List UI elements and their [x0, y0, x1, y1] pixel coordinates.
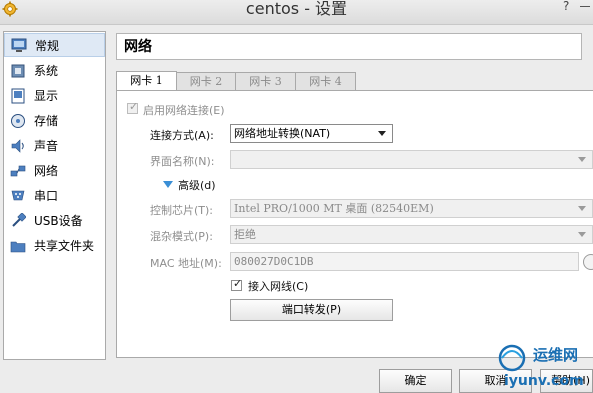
port-forwarding-button[interactable]: 端口转发(P) [230, 299, 393, 321]
mac-address-label: MAC 地址(M): [150, 257, 222, 270]
tab-adapter-2[interactable]: 网卡 2 [176, 72, 236, 90]
sidebar-item-label: 串口 [34, 189, 59, 203]
audio-icon [11, 138, 24, 153]
chevron-down-icon [578, 232, 586, 237]
sidebar-item-label: 共享文件夹 [34, 239, 95, 253]
sidebar-item-label: 常规 [35, 38, 60, 53]
tab-adapter-3[interactable]: 网卡 3 [235, 72, 296, 90]
watermark-line-2: iyunv.com [504, 373, 584, 389]
settings-sidebar: 常规 系统 显示 存储 声音 网络 串口 USB设备 共享文件夹 [3, 31, 106, 360]
page-title: 网络 [116, 33, 582, 60]
window-title: centos - 设置 [245, 0, 348, 18]
sidebar-item-label: 显示 [34, 89, 59, 103]
serial-port-icon [11, 190, 25, 200]
interface-name-label: 界面名称(N): [150, 155, 215, 168]
enable-adapter-checkbox[interactable]: ✓ [127, 101, 138, 114]
sidebar-item-serial-port[interactable]: 串口 [4, 184, 105, 207]
attached-to-label: 连接方式(A): [150, 129, 214, 142]
attached-to-value: 网络地址转换(NAT) [234, 127, 331, 140]
expand-arrow-icon[interactable] [163, 181, 173, 188]
shared-folder-icon [10, 241, 26, 252]
sidebar-item-label: 系统 [34, 64, 59, 78]
title-bar: centos - 设置 ? [0, 0, 593, 25]
refresh-mac-icon[interactable] [583, 254, 593, 270]
general-icon [11, 38, 27, 52]
network-icon [10, 165, 26, 176]
system-icon [11, 64, 25, 77]
sidebar-item-system[interactable]: 系统 [4, 59, 105, 82]
tab-adapter-4[interactable]: 网卡 4 [295, 72, 356, 90]
enable-adapter-label: 启用网络连接(E) [143, 104, 225, 117]
cable-connected-checkbox[interactable]: ✓ [231, 278, 242, 291]
tab-adapter-1[interactable]: 网卡 1 [116, 71, 177, 91]
mac-address-field[interactable]: 080027D0C1DB [230, 252, 579, 271]
watermark-line-1: 运维网 [533, 346, 579, 364]
usb-icon [12, 212, 26, 227]
minimize-button[interactable] [578, 0, 590, 12]
site-watermark: 运维网 iyunv.com [490, 340, 593, 390]
adapter-type-label: 控制芯片(T): [150, 204, 214, 217]
help-icon[interactable]: ? [563, 0, 575, 12]
sidebar-item-label: 声音 [34, 139, 59, 153]
ok-button[interactable]: 确定 [379, 369, 452, 393]
storage-icon [11, 113, 25, 128]
chevron-down-icon [578, 206, 586, 211]
promiscuous-mode-value: 拒绝 [234, 228, 256, 241]
watermark-logo-icon [498, 344, 526, 372]
chevron-down-icon [578, 157, 586, 162]
sidebar-item-audio[interactable]: 声音 [4, 134, 105, 157]
attached-to-select[interactable]: 网络地址转换(NAT) [230, 124, 393, 143]
display-icon [11, 88, 25, 103]
sidebar-item-shared-folders[interactable]: 共享文件夹 [4, 234, 105, 257]
sidebar-item-label: 网络 [34, 164, 59, 178]
sidebar-item-usb[interactable]: USB设备 [4, 209, 105, 232]
adapter-type-select[interactable]: Intel PRO/1000 MT 桌面 (82540EM) [230, 199, 593, 218]
advanced-toggle[interactable]: 高级(d) [178, 177, 216, 193]
sidebar-item-label: USB设备 [34, 214, 83, 228]
chevron-down-icon [378, 131, 386, 136]
cable-connected-label: 接入网线(C) [248, 280, 309, 293]
sidebar-item-general[interactable]: 常规 [4, 33, 105, 57]
sidebar-item-display[interactable]: 显示 [4, 84, 105, 107]
sidebar-item-label: 存储 [34, 114, 59, 128]
promiscuous-mode-select[interactable]: 拒绝 [230, 225, 593, 244]
adapter-type-value: Intel PRO/1000 MT 桌面 (82540EM) [234, 202, 434, 215]
promiscuous-mode-label: 混杂模式(P): [150, 230, 213, 243]
sidebar-item-storage[interactable]: 存储 [4, 109, 105, 132]
sidebar-item-network[interactable]: 网络 [4, 159, 105, 182]
interface-name-select[interactable] [230, 150, 593, 169]
